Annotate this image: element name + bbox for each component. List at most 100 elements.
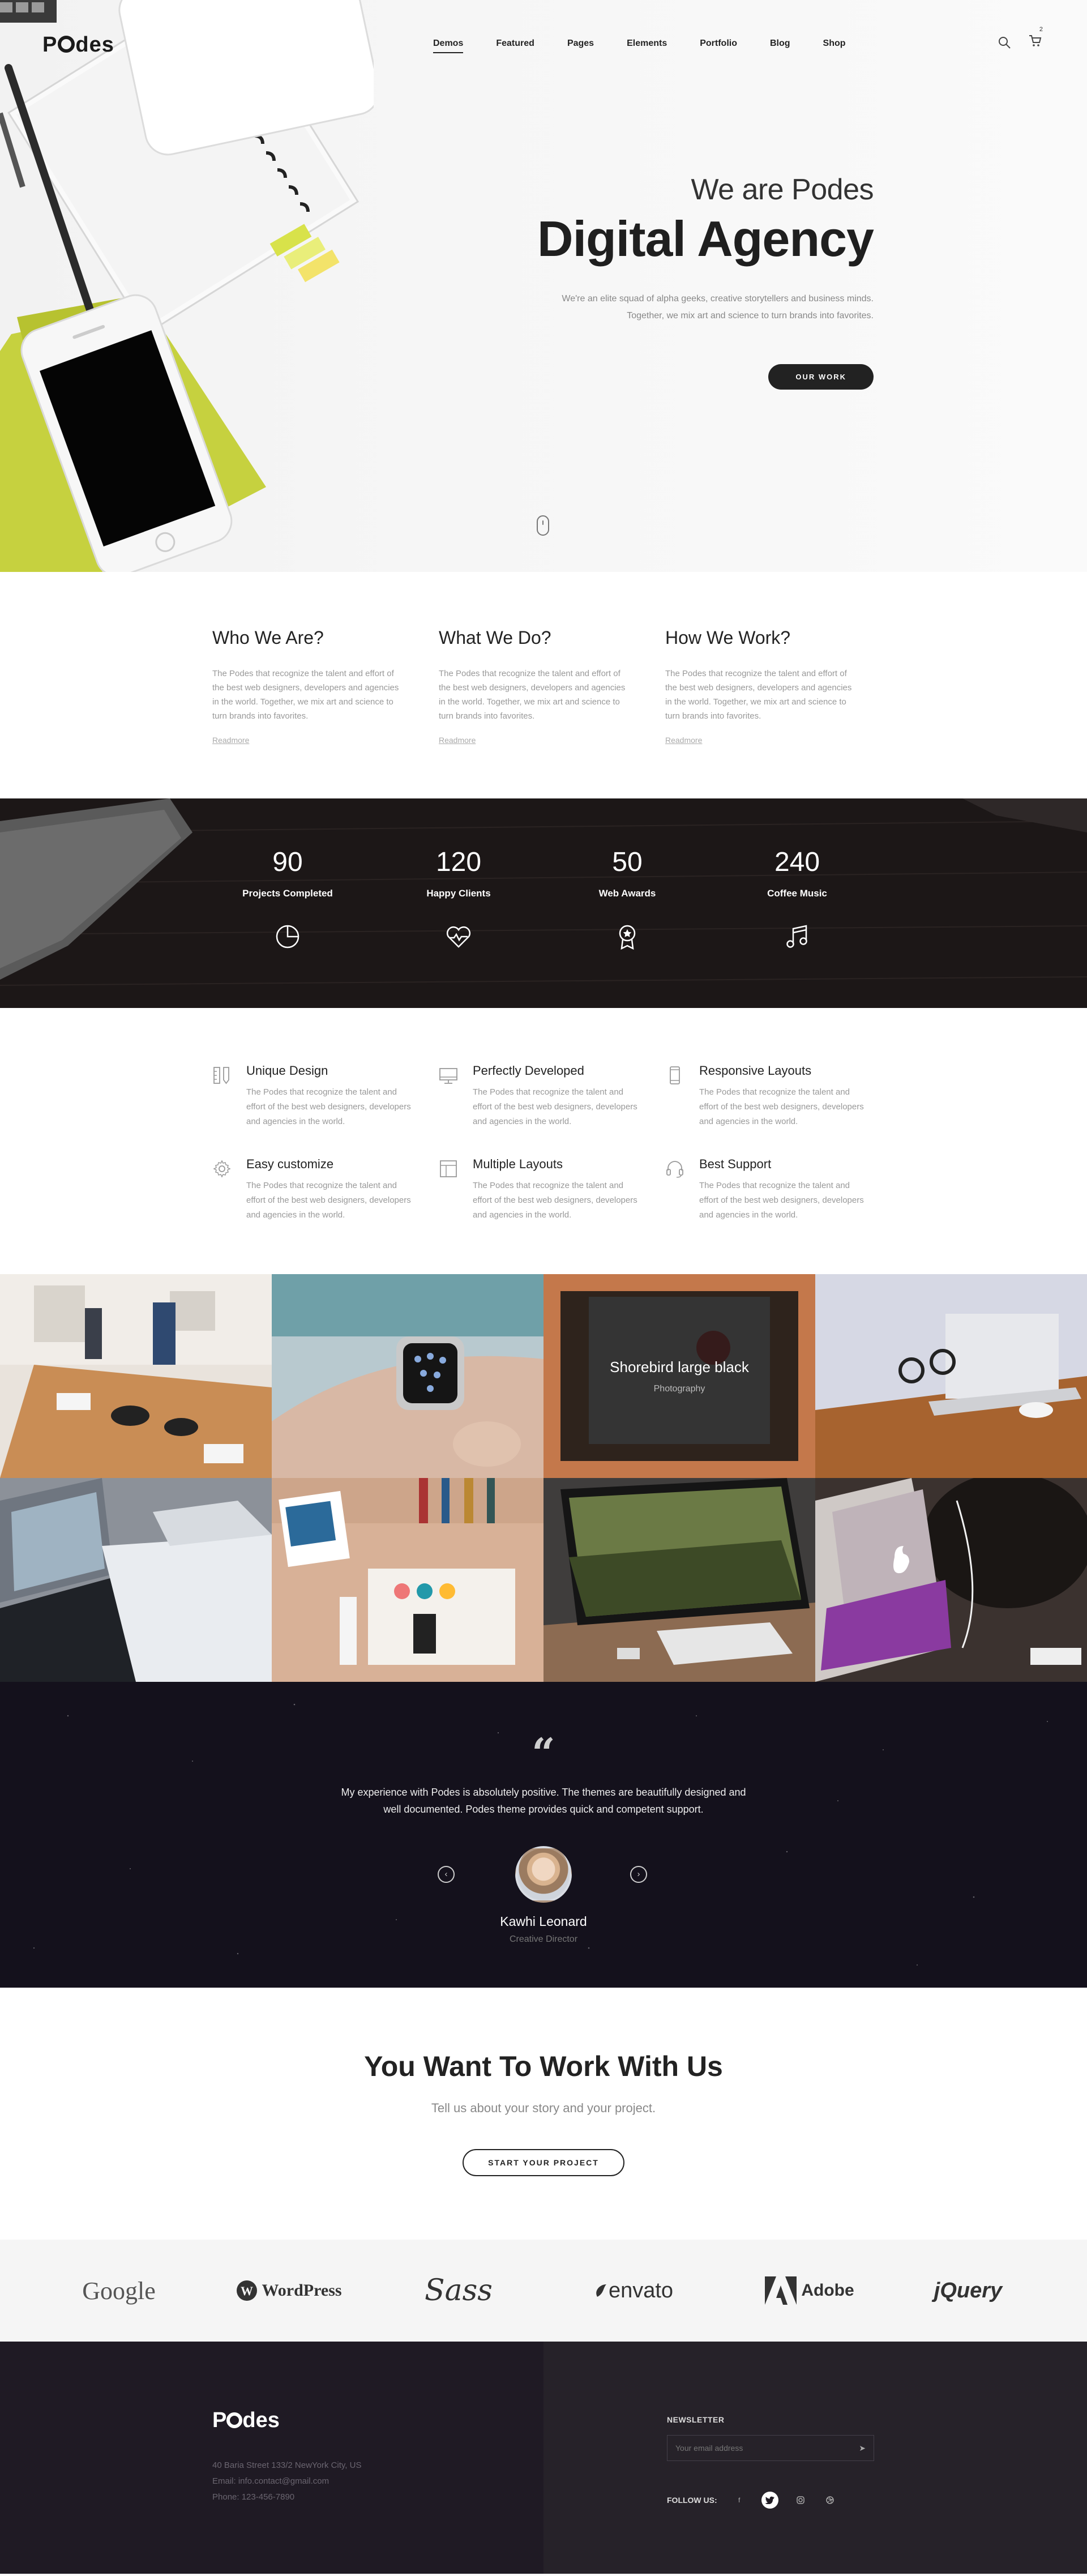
start-project-button[interactable]: START YOUR PROJECT [463, 2149, 624, 2176]
stat-label: Coffee Music [767, 888, 827, 899]
feature-item: Multiple Layouts The Podes that recogniz… [439, 1157, 643, 1223]
client-logo-adobe[interactable]: Adobe [747, 2240, 872, 2342]
footer-newsletter: NEWSLETTER ➤ FOLLOW US: f [544, 2342, 1087, 2574]
portfolio-item[interactable]: Shorebird large black Photography [544, 1274, 815, 1478]
portfolio-item[interactable] [0, 1274, 272, 1478]
client-logo-jquery[interactable]: jQuery [906, 2240, 1030, 2342]
feature-item: Responsive Layouts The Podes that recogn… [665, 1063, 869, 1129]
about-card-text: The Podes that recognize the talent and … [439, 669, 626, 721]
nav-item-elements[interactable]: Elements [627, 39, 667, 53]
about-card-text: The Podes that recognize the talent and … [665, 669, 852, 721]
testimonial-author-name: Kawhi Leonard [500, 1914, 587, 1929]
instagram-icon[interactable] [793, 2493, 808, 2507]
feature-item: Easy customize The Podes that recognize … [212, 1157, 416, 1223]
gear-icon [213, 1160, 231, 1178]
feature-text: The Podes that recognize the talent and … [473, 1181, 637, 1220]
dribbble-icon[interactable] [823, 2493, 837, 2507]
next-testimonial-button[interactable]: › [630, 1866, 647, 1883]
nav-item-blog[interactable]: Blog [770, 39, 790, 53]
portfolio-image-imac-desk [544, 1478, 815, 1682]
search-icon[interactable] [998, 36, 1011, 49]
cart-button[interactable]: 2 [1028, 26, 1043, 50]
feature-item: Best Support The Podes that recognize th… [665, 1157, 869, 1223]
send-icon[interactable]: ➤ [859, 2443, 866, 2453]
feature-text: The Podes that recognize the talent and … [473, 1087, 637, 1126]
headset-icon [666, 1161, 683, 1178]
testimonial-quote: My experience with Podes is absolutely p… [341, 1787, 746, 1815]
feature-title: Perfectly Developed [473, 1063, 584, 1078]
twitter-icon[interactable] [761, 2492, 778, 2509]
newsletter-email-input[interactable] [667, 2436, 874, 2460]
about-card-title: What We Do? [439, 627, 551, 648]
nav-item-featured[interactable]: Featured [496, 39, 534, 53]
stat-label: Web Awards [598, 888, 656, 899]
stat-item: 90 Projects Completed [214, 847, 361, 953]
stat-item: 240 Coffee Music [724, 847, 871, 953]
site-footer: Pdes 40 Baria Street 133/2 NewYork City,… [0, 2342, 1087, 2574]
feature-title: Unique Design [246, 1063, 328, 1078]
portfolio-item[interactable] [272, 1478, 544, 1682]
testimonial-author-role: Creative Director [509, 1934, 578, 1944]
nav-item-shop[interactable]: Shop [823, 39, 846, 53]
cta-title: You Want To Work With Us [364, 2050, 723, 2082]
nav-item-pages[interactable]: Pages [567, 39, 594, 53]
client-logo-google[interactable]: Google [54, 2240, 184, 2342]
portfolio-hover-overlay[interactable]: Shorebird large black Photography [560, 1291, 798, 1461]
stats-background-image [0, 798, 1087, 1008]
about-card-text: The Podes that recognize the talent and … [212, 669, 399, 721]
footer-address: 40 Baria Street 133/2 NewYork City, US [212, 2460, 362, 2470]
facebook-icon[interactable]: f [732, 2493, 747, 2507]
portfolio-image-macbook-person [815, 1478, 1087, 1682]
envato-leaf-icon [596, 2284, 606, 2297]
site-logo[interactable]: Pdes [42, 33, 114, 57]
readmore-link[interactable]: Readmore [665, 736, 702, 745]
readmore-link[interactable]: Readmore [212, 736, 249, 745]
client-logo-wordpress[interactable]: W WordPress [224, 2240, 354, 2342]
portfolio-item[interactable] [815, 1478, 1087, 1682]
footer-contact: Pdes 40 Baria Street 133/2 NewYork City,… [0, 2342, 544, 2574]
music-note-icon [786, 925, 807, 948]
portfolio-item[interactable] [272, 1274, 544, 1478]
logo-o-mark [58, 36, 75, 53]
stat-value: 240 [774, 847, 820, 877]
feature-text: The Podes that recognize the talent and … [246, 1181, 411, 1220]
main-nav: Demos Featured Pages Elements Portfolio … [433, 39, 846, 53]
footer-logo[interactable]: Pdes [212, 2408, 280, 2433]
scroll-down-icon[interactable] [537, 515, 549, 536]
about-card: Who We Are? The Podes that recognize the… [212, 627, 408, 746]
features-section: Unique Design The Podes that recognize t… [0, 1008, 1087, 1274]
nav-item-portfolio[interactable]: Portfolio [700, 39, 737, 53]
nav-item-demos[interactable]: Demos [433, 39, 464, 53]
portfolio-item-category: Photography [653, 1383, 705, 1394]
about-card: What We Do? The Podes that recognize the… [439, 627, 634, 746]
site-header: Pdes Demos Featured Pages Elements Portf… [0, 0, 1087, 91]
our-work-button[interactable]: OUR WORK [768, 364, 874, 390]
feature-title: Responsive Layouts [699, 1063, 812, 1078]
readmore-link[interactable]: Readmore [439, 736, 476, 745]
stat-label: Projects Completed [242, 888, 333, 899]
portfolio-item[interactable] [815, 1274, 1087, 1478]
pencil-ruler-icon [213, 1067, 229, 1084]
pie-chart-icon [276, 925, 299, 949]
cart-icon [1029, 35, 1042, 46]
prev-testimonial-button[interactable]: ‹ [438, 1866, 455, 1883]
wordpress-icon: W [237, 2280, 258, 2301]
feature-text: The Podes that recognize the talent and … [246, 1087, 411, 1126]
portfolio-item[interactable] [544, 1478, 815, 1682]
chevron-left-icon: ‹ [444, 1869, 448, 1879]
layout-icon [440, 1160, 457, 1177]
portfolio-item[interactable] [0, 1478, 272, 1682]
client-logo-sass[interactable]: Sass [402, 2240, 515, 2342]
client-logo-envato[interactable]: envato [560, 2240, 708, 2342]
feature-title: Multiple Layouts [473, 1157, 563, 1171]
cart-count-badge: 2 [1039, 26, 1043, 33]
heart-pulse-icon [446, 926, 471, 948]
stat-label: Happy Clients [426, 888, 491, 899]
header-icons: 2 [998, 26, 1043, 50]
footer-email[interactable]: Email: info.contact@gmail.com [212, 2474, 361, 2489]
feature-text: The Podes that recognize the talent and … [699, 1181, 864, 1220]
clients-logos: Google W WordPress Sass envato Adobe jQu… [0, 2240, 1087, 2342]
footer-address-block: 40 Baria Street 133/2 NewYork City, US E… [212, 2458, 361, 2505]
chevron-right-icon: › [637, 1869, 640, 1879]
stat-value: 50 [612, 847, 643, 877]
